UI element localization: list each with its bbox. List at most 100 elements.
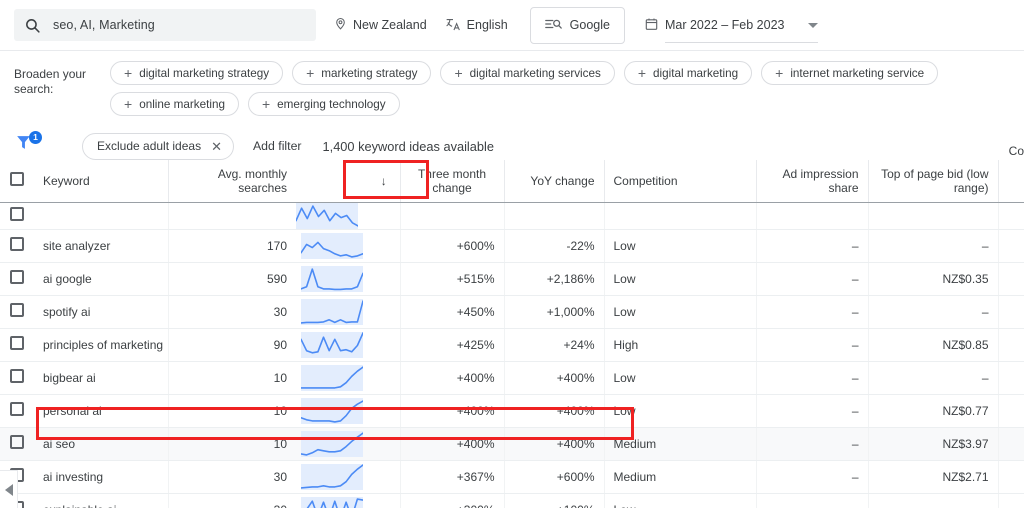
cell-competition: Medium [604, 460, 757, 494]
table-row[interactable]: spotify ai30+450%+1,000%Low––– [0, 295, 1024, 329]
cell-keyword[interactable]: bigbear ai [34, 361, 169, 395]
column-header-three-month-change[interactable]: Three month change [400, 160, 505, 203]
cell-avg-monthly-searches: 90 [168, 328, 296, 362]
date-range-selector[interactable]: Mar 2022 – Feb 2023 [645, 17, 818, 43]
checkbox-icon[interactable] [10, 336, 24, 350]
filter-icon-button[interactable]: 1 [14, 131, 48, 159]
row-checkbox-cell[interactable] [0, 262, 34, 296]
keyword-planner-screen: seo, AI, Marketing New Zealand English G… [0, 0, 1024, 508]
checkbox-icon[interactable] [10, 237, 24, 251]
cell-sort-spacer [368, 262, 401, 296]
table-row[interactable]: principles of marketing 90 +425% +24% High – N… [0, 328, 1024, 362]
language-label: English [466, 18, 508, 32]
row-checkbox-cell[interactable] [0, 229, 34, 263]
table-row[interactable]: personal ai10+400%+400%Low–NZ$0.77NZ$5.6… [0, 394, 1024, 428]
broaden-chip[interactable]: + digital marketing services [440, 61, 615, 85]
checkbox-icon[interactable] [10, 207, 24, 221]
cell-avg-monthly-searches: 170 [168, 229, 296, 263]
table-row[interactable]: ai google590 +515%+2,186%Low–NZ$0.35NZ$2.… [0, 262, 1024, 296]
checkbox-icon[interactable] [10, 402, 24, 416]
table-row[interactable]: ai investing30 +367%+600%Medium–NZ$2.71NZ… [0, 460, 1024, 494]
table-row[interactable]: explainable ai30+300%+100%Low––– [0, 493, 1024, 508]
plus-icon: + [775, 65, 784, 81]
broaden-chip[interactable]: + online marketing [110, 92, 239, 116]
column-header-bid-high[interactable]: Top of page bid (high range) [998, 160, 1024, 203]
cell-keyword[interactable]: principles of marketing [34, 328, 169, 362]
cell-yoy-change: +400% [504, 361, 605, 395]
cell-keyword[interactable]: explainable ai [34, 493, 169, 508]
table-row[interactable]: ai seo10+400%+400%Medium–NZ$3.97NZ$11.36 [0, 427, 1024, 461]
select-all-header[interactable] [0, 160, 34, 203]
cell-yoy-change: +1,000% [504, 295, 605, 329]
search-network-selector[interactable]: Google [529, 6, 625, 44]
row-checkbox-cell[interactable] [0, 295, 34, 329]
location-label: New Zealand [353, 18, 427, 32]
cell-bid-high: – [998, 229, 1024, 263]
column-header-ad-impression-share[interactable]: Ad impression share [756, 160, 869, 203]
search-input-value: seo, AI, Marketing [53, 18, 155, 32]
checkbox-icon[interactable] [10, 435, 24, 449]
checkbox-icon[interactable] [10, 270, 24, 284]
broaden-chip[interactable]: + internet marketing service [761, 61, 939, 85]
cell-competition: Low [604, 394, 757, 428]
plus-icon: + [124, 65, 133, 81]
table-row[interactable]: bigbear ai10+400%+400%Low––– [0, 361, 1024, 395]
location-pin-icon [334, 16, 347, 34]
column-header-bid-low[interactable]: Top of page bid (low range) [868, 160, 999, 203]
location-selector[interactable]: New Zealand [334, 16, 427, 34]
cell-keyword[interactable]: spotify ai [34, 295, 169, 329]
cell-ad-impression-share: – [756, 262, 869, 296]
row-checkbox-cell[interactable] [0, 394, 34, 428]
sort-direction-icon[interactable]: ↓ [368, 160, 401, 203]
keyword-ideas-table: Keyword Avg. monthly searches ↓ Three mo… [0, 160, 1024, 508]
cell-sparkline [296, 202, 368, 230]
cell-bid-low: NZ$0.35 [868, 262, 999, 296]
chevron-down-icon[interactable] [807, 22, 818, 28]
broaden-chip-label: digital marketing strategy [139, 66, 270, 80]
broaden-chip[interactable]: + digital marketing [623, 61, 753, 85]
cell-competition: Low [604, 493, 757, 508]
row-checkbox-cell[interactable] [0, 427, 34, 461]
cell-keyword[interactable]: ai seo [34, 427, 169, 461]
cell-keyword[interactable]: ai investing [34, 460, 169, 494]
column-header-yoy-change[interactable]: YoY change [504, 160, 605, 203]
broaden-chip-label: internet marketing service [790, 66, 925, 80]
add-filter-button[interactable]: Add filter [253, 139, 302, 153]
active-filter-chip[interactable]: Exclude adult ideas ✕ [82, 132, 234, 160]
checkbox-icon[interactable] [10, 369, 24, 383]
broaden-chip[interactable]: + emerging technology [247, 92, 400, 116]
table-row[interactable] [0, 202, 1024, 230]
cell-bid-low: NZ$2.71 [868, 460, 999, 494]
column-header-avg-monthly-searches[interactable]: Avg. monthly searches [168, 160, 296, 203]
cell-yoy-change: +24% [504, 328, 605, 362]
sparkline-chart [301, 463, 363, 490]
language-selector[interactable]: English [445, 17, 508, 34]
cell-keyword[interactable]: ai google [34, 262, 169, 296]
checkbox-icon[interactable] [10, 172, 24, 187]
row-checkbox-cell[interactable] [0, 361, 34, 395]
row-checkbox-cell[interactable] [0, 328, 34, 362]
cell-sparkline [296, 460, 368, 494]
checkbox-icon[interactable] [10, 303, 24, 317]
broaden-chip[interactable]: + digital marketing strategy [110, 61, 284, 85]
cell-sparkline [296, 361, 368, 395]
columns-button[interactable]: Co [1009, 144, 1024, 158]
cell-keyword[interactable]: site analyzer [34, 229, 169, 263]
broaden-chip[interactable]: + marketing strategy [292, 61, 432, 85]
cell-bid-low: – [868, 295, 999, 329]
keyword-ideas-table-container[interactable]: Keyword Avg. monthly searches ↓ Three mo… [0, 160, 1024, 508]
column-header-competition[interactable]: Competition [604, 160, 757, 203]
plus-icon: + [637, 65, 647, 81]
cell-bid-low: – [868, 229, 999, 263]
keyword-search-field[interactable]: seo, AI, Marketing [14, 9, 316, 41]
sparkline-chart [301, 397, 363, 424]
cell-yoy-change: -22% [504, 229, 605, 263]
scroll-left-button[interactable] [0, 470, 18, 508]
column-header-keyword[interactable]: Keyword [34, 160, 169, 203]
table-row[interactable]: site analyzer170+600%-22%Low––– [0, 229, 1024, 263]
cell-keyword[interactable]: personal ai [34, 394, 169, 428]
cell-bid-low: NZ$3.97 [868, 427, 999, 461]
cell-ad-impression-share: – [756, 460, 869, 494]
close-icon[interactable]: ✕ [211, 140, 222, 153]
cell-bid-high: – [998, 361, 1024, 395]
